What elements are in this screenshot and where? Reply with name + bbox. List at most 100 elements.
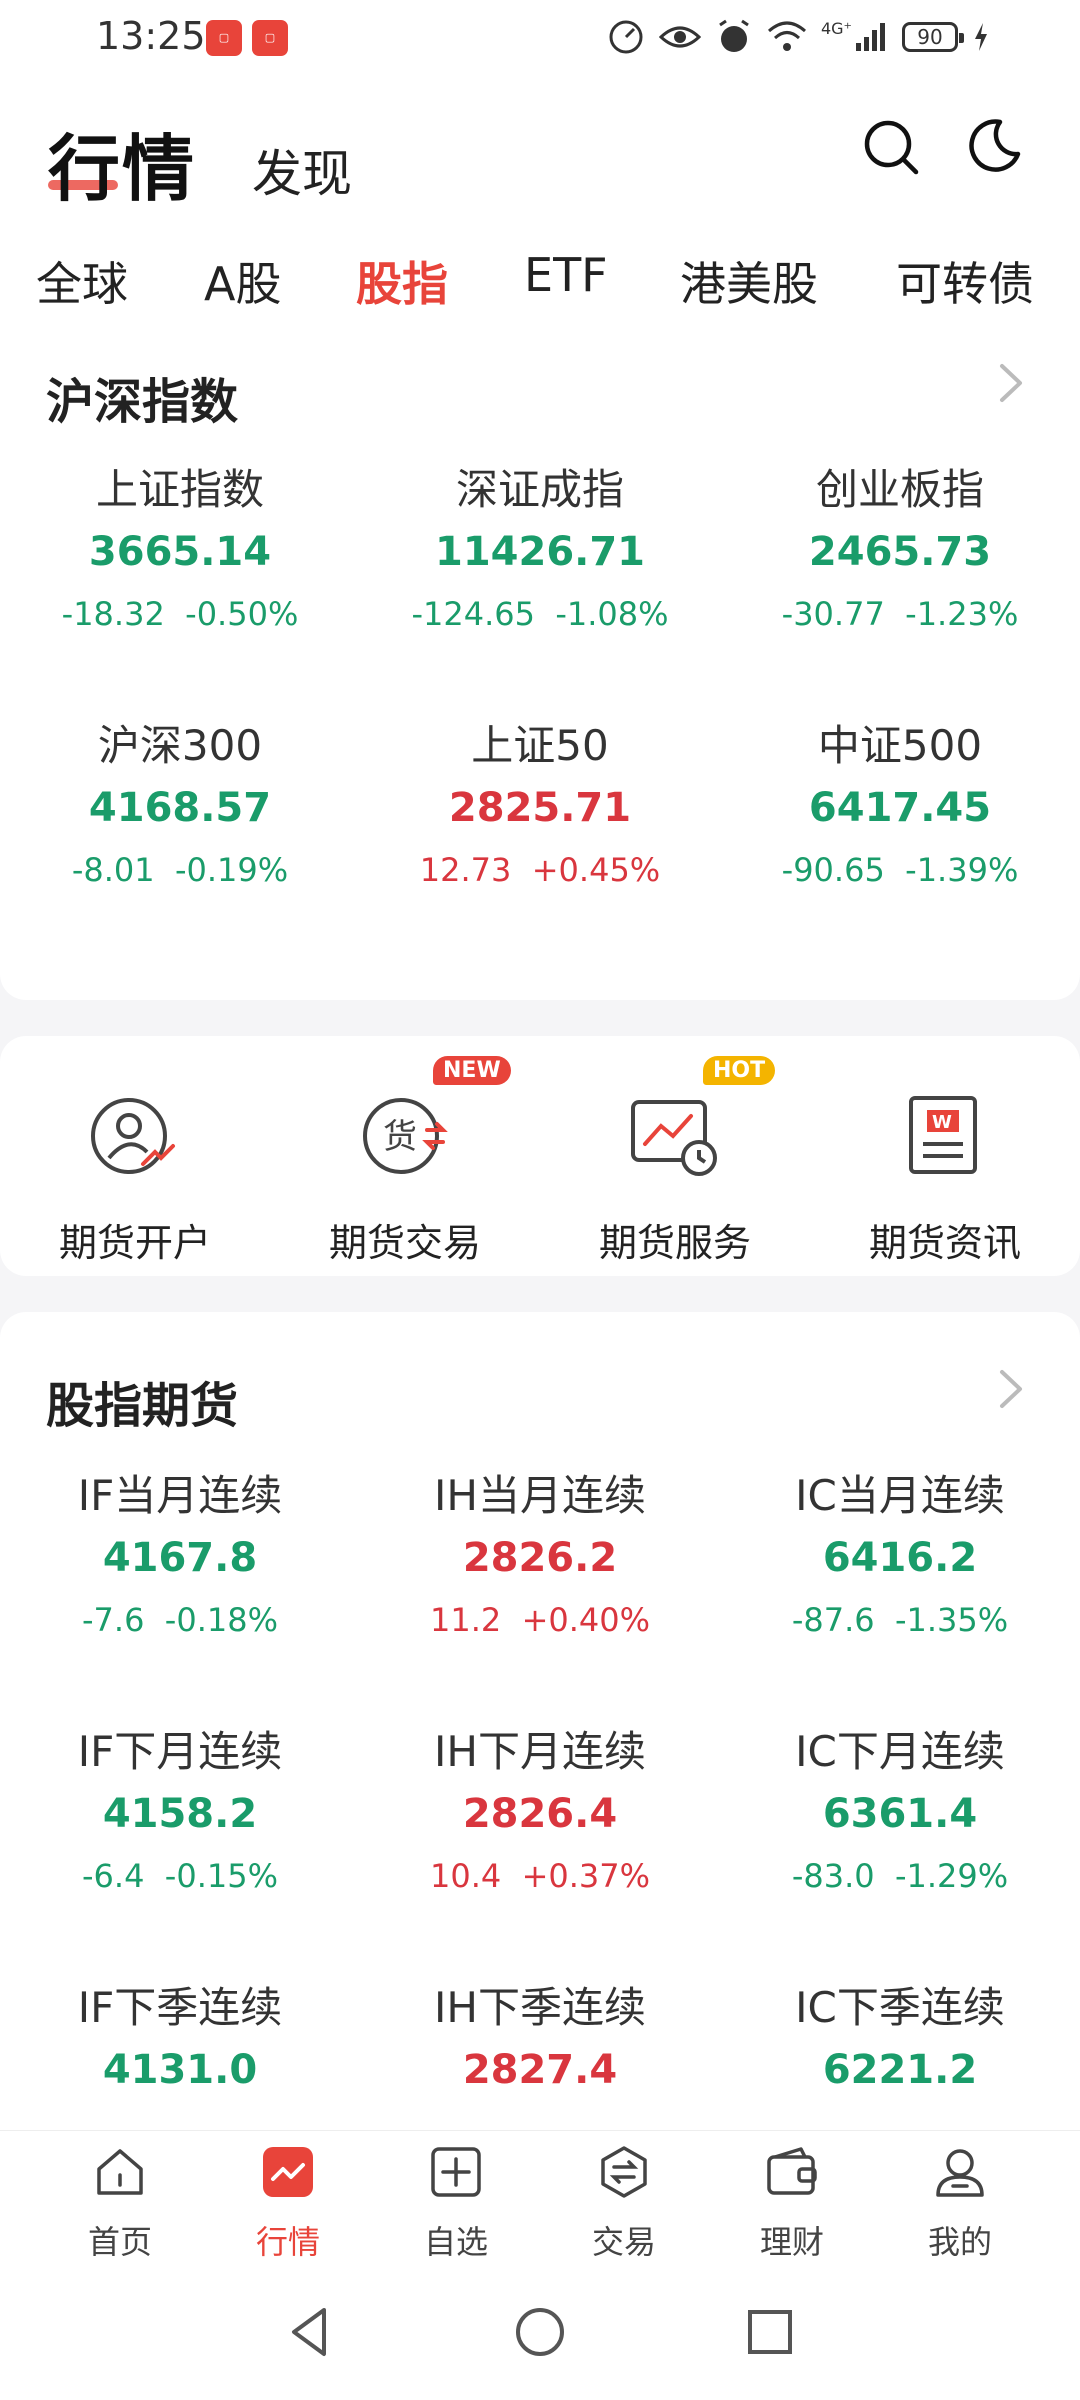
futures-price: 4167.8 xyxy=(102,1535,258,1581)
service-account-open[interactable]: 期货开户 xyxy=(0,1088,270,1267)
futures-change: 10.4 +0.37% xyxy=(360,1857,720,1895)
futures-item[interactable]: IH下月连续 2826.4 10.4 +0.37% xyxy=(360,1718,720,1895)
index-change: -8.01 -0.19% xyxy=(0,851,360,889)
futures-item[interactable]: IC下月连续 6361.4 -83.0 -1.29% xyxy=(720,1718,1080,1895)
notification-app-icon: ▢ xyxy=(206,20,242,56)
tab-global[interactable]: 全球 xyxy=(36,248,128,314)
nav-label: 我的 xyxy=(927,2223,992,2261)
market-icon xyxy=(263,2147,313,2197)
futures-change: -87.6 -1.35% xyxy=(720,1601,1080,1639)
futures-name: IH当月连续 xyxy=(434,1471,646,1520)
change-value: -30.77 xyxy=(781,595,885,633)
index-item[interactable]: 创业板指 2465.73 -30.77 -1.23% xyxy=(720,456,1080,633)
system-nav-bar xyxy=(0,2270,1080,2400)
chevron-right-icon[interactable] xyxy=(996,1368,1026,1410)
change-percent: -0.18% xyxy=(164,1601,278,1639)
wifi-icon xyxy=(767,21,806,51)
home-button-icon[interactable] xyxy=(510,2302,570,2362)
nav-wealth[interactable]: 理财 xyxy=(702,2145,882,2263)
service-news[interactable]: W 期货资讯 xyxy=(810,1088,1080,1267)
nav-trade[interactable]: 交易 xyxy=(534,2145,714,2263)
exchange-icon xyxy=(601,2146,647,2198)
change-percent: -1.23% xyxy=(905,595,1019,633)
index-price: 6417.45 xyxy=(808,785,992,831)
futures-change: 11.2 +0.40% xyxy=(360,1601,720,1639)
index-name: 上证50 xyxy=(471,721,609,770)
futures-item[interactable]: IF下季连续 4131.0 xyxy=(0,1974,360,2093)
tab-hk-us[interactable]: 港美股 xyxy=(680,248,818,314)
change-value: 12.73 xyxy=(419,851,512,889)
index-item[interactable]: 沪深300 4168.57 -8.01 -0.19% xyxy=(0,712,360,889)
change-percent: -0.19% xyxy=(174,851,289,889)
change-percent: +0.37% xyxy=(521,1857,651,1895)
futures-name: IF下季连续 xyxy=(77,1983,283,2032)
app-header: 行情 发现 xyxy=(0,80,1080,220)
back-icon[interactable] xyxy=(280,2302,340,2362)
futures-item[interactable]: IH下季连续 2827.4 xyxy=(360,1974,720,2093)
index-item[interactable]: 上证50 2825.71 12.73 +0.45% xyxy=(360,712,720,889)
search-icon[interactable] xyxy=(862,118,922,178)
nav-label: 首页 xyxy=(87,2223,152,2261)
tab-stock-index[interactable]: 股指 xyxy=(356,248,448,314)
nav-profile[interactable]: 我的 xyxy=(870,2145,1050,2263)
watchlist-add-icon xyxy=(431,2147,481,2197)
change-percent: -1.39% xyxy=(905,851,1019,889)
futures-price: 4131.0 xyxy=(102,2047,258,2093)
battery-indicator: 90 xyxy=(902,22,964,52)
change-value: 11.2 xyxy=(429,1601,502,1639)
chevron-right-icon[interactable] xyxy=(996,362,1026,404)
futures-name: IF下月连续 xyxy=(77,1727,283,1776)
market-tabs: 全球 A股 股指 ETF 港美股 可转债 xyxy=(0,220,1080,340)
index-item[interactable]: 上证指数 3665.14 -18.32 -0.50% xyxy=(0,456,360,633)
futures-item[interactable]: IF下月连续 4158.2 -6.4 -0.15% xyxy=(0,1718,360,1895)
index-item[interactable]: 深证成指 11426.71 -124.65 -1.08% xyxy=(360,456,720,633)
page-title[interactable]: 行情 xyxy=(48,110,196,215)
tab-etf[interactable]: ETF xyxy=(524,248,608,302)
index-price: 2825.71 xyxy=(448,785,632,831)
charging-icon xyxy=(975,23,987,51)
discover-tab[interactable]: 发现 xyxy=(252,134,352,206)
section-title: 沪深指数 xyxy=(46,374,239,430)
service-support[interactable]: HOT 期货服务 xyxy=(540,1056,810,1267)
service-label: 期货交易 xyxy=(328,1221,481,1265)
nav-market[interactable]: 行情 xyxy=(198,2145,378,2263)
futures-item[interactable]: IF当月连续 4167.8 -7.6 -0.18% xyxy=(0,1462,360,1639)
index-change: 12.73 +0.45% xyxy=(360,851,720,889)
futures-name: IH下季连续 xyxy=(434,1983,646,2032)
index-price: 11426.71 xyxy=(434,529,646,575)
index-item[interactable]: 中证500 6417.45 -90.65 -1.39% xyxy=(720,712,1080,889)
index-card: 沪深指数 上证指数 3665.14 -18.32 -0.50% 深证成指 114… xyxy=(0,340,1080,1000)
recent-apps-icon[interactable] xyxy=(740,2302,800,2362)
tab-a-shares[interactable]: A股 xyxy=(204,248,281,314)
index-change: -18.32 -0.50% xyxy=(0,595,360,633)
alarm-icon xyxy=(719,19,749,52)
service-trade[interactable]: 货 NEW 期货交易 xyxy=(270,1056,540,1267)
index-change: -30.77 -1.23% xyxy=(720,595,1080,633)
nav-home[interactable]: 首页 xyxy=(30,2145,210,2263)
futures-item[interactable]: IC当月连续 6416.2 -87.6 -1.35% xyxy=(720,1462,1080,1639)
index-price: 4168.57 xyxy=(88,785,272,831)
futures-name: IH下月连续 xyxy=(434,1727,646,1776)
futures-card: 股指期货 IF当月连续 4167.8 -7.6 -0.18% IH当月连续 28… xyxy=(0,1312,1080,2132)
new-badge: NEW xyxy=(433,1056,511,1085)
notification-app-icon: ▢ xyxy=(252,20,288,56)
futures-price: 4158.2 xyxy=(102,1791,258,1837)
change-percent: -0.50% xyxy=(185,595,299,633)
nav-label: 自选 xyxy=(423,2223,488,2261)
futures-item[interactable]: IC下季连续 6221.2 xyxy=(720,1974,1080,2093)
index-name: 上证指数 xyxy=(95,465,264,514)
eye-icon xyxy=(658,26,701,48)
status-icons: 4G⁺ 90 xyxy=(607,18,990,56)
nav-watchlist[interactable]: 自选 xyxy=(366,2145,546,2263)
tab-convertible-bonds[interactable]: 可转债 xyxy=(896,248,1034,314)
profile-icon xyxy=(936,2149,984,2197)
signal-icon xyxy=(856,23,885,51)
section-title: 股指期货 xyxy=(46,1378,239,1434)
signal-label: 4G⁺ xyxy=(820,18,852,38)
night-mode-icon[interactable] xyxy=(964,116,1024,176)
change-value: -6.4 xyxy=(82,1857,145,1895)
futures-price: 6361.4 xyxy=(822,1791,978,1837)
index-name: 沪深300 xyxy=(97,721,263,770)
hot-badge: HOT xyxy=(703,1056,776,1085)
futures-item[interactable]: IH当月连续 2826.2 11.2 +0.40% xyxy=(360,1462,720,1639)
